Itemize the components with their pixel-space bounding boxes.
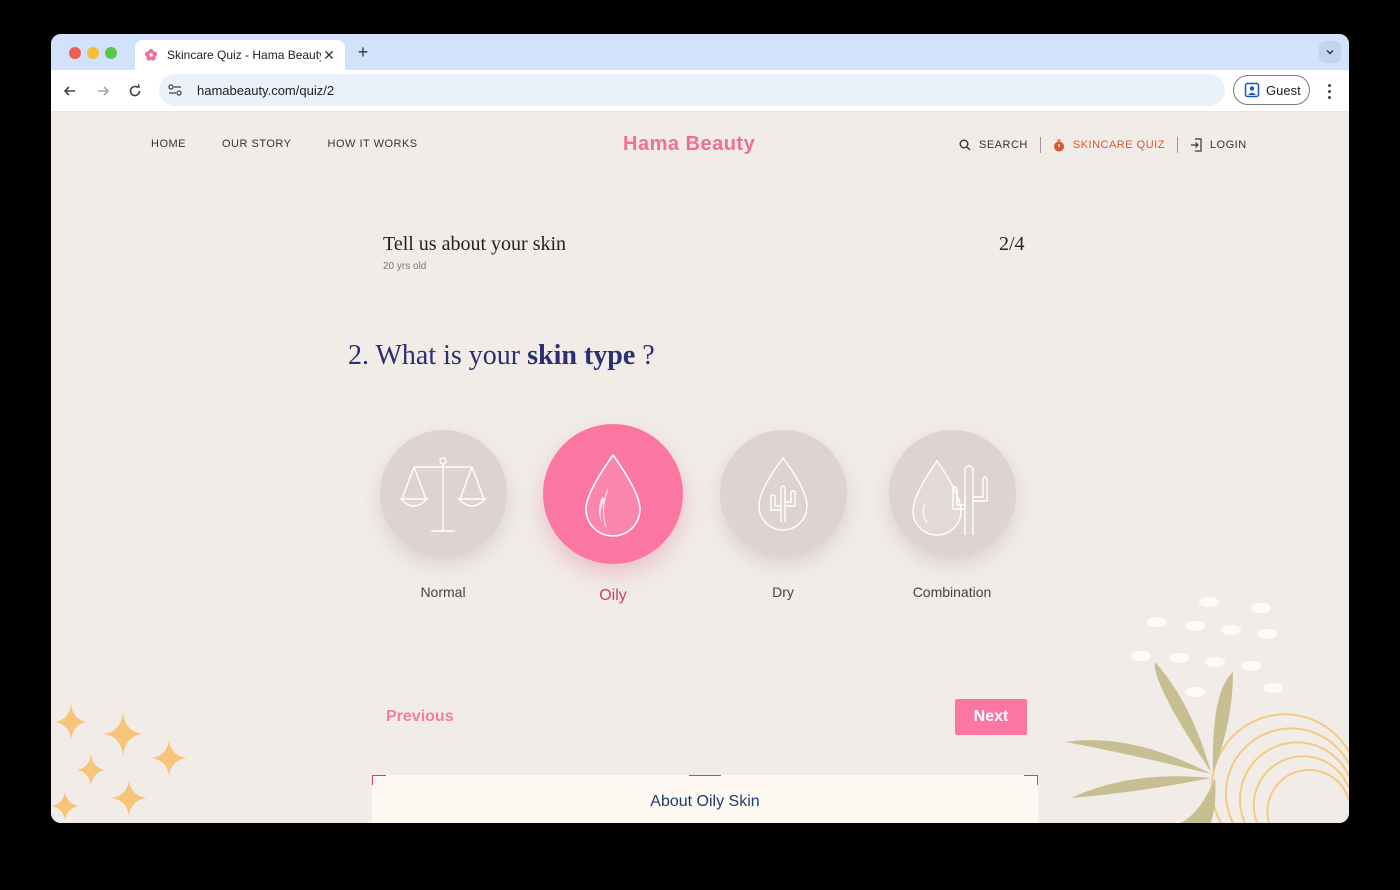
profile-label: Guest [1266, 82, 1301, 98]
nav-our-story-link[interactable]: OUR STORY [222, 138, 292, 150]
nav-how-it-works-link[interactable]: HOW IT WORKS [328, 138, 418, 150]
tab-close-icon[interactable]: ✕ [321, 47, 337, 64]
nav-home-link[interactable]: HOME [151, 138, 186, 150]
arrow-right-icon [98, 86, 110, 96]
minimize-window-button[interactable] [87, 47, 99, 59]
main-nav: HOME OUR STORY HOW IT WORKS [151, 138, 418, 150]
question-number: 2. [348, 340, 369, 371]
question-suffix: ? [642, 340, 655, 371]
about-card-title[interactable]: About Oily Skin [372, 793, 1038, 811]
card-center-mark [689, 775, 721, 776]
tab-search-button[interactable] [1319, 41, 1341, 63]
browser-tab[interactable]: Skincare Quiz - Hama Beauty ✕ [135, 40, 345, 70]
quiz-step-counter: 2/4 [999, 233, 1025, 255]
option-oily-circle[interactable] [543, 424, 683, 564]
flower-favicon-icon [143, 47, 159, 63]
nav-divider [1039, 137, 1041, 153]
search-icon [959, 139, 971, 151]
option-label: Oily [599, 587, 627, 604]
card-corner-mark [372, 775, 373, 785]
address-bar[interactable]: hamabeauty.com/quiz/2 [159, 74, 1225, 106]
browser-toolbar: hamabeauty.com/quiz/2 Guest [51, 70, 1349, 112]
utility-nav: SEARCH SKINCARE QUIZ LOGIN [959, 136, 1247, 154]
tab-strip: Skincare Quiz - Hama Beauty ✕ + [51, 34, 1349, 70]
login-link[interactable]: LOGIN [1190, 138, 1247, 152]
forward-button[interactable] [93, 81, 113, 101]
skincare-quiz-link[interactable]: SKINCARE QUIZ [1053, 139, 1165, 152]
option-combination[interactable]: Combination [888, 430, 1016, 600]
question-prefix: What is your [375, 340, 521, 371]
skincare-quiz-label: SKINCARE QUIZ [1072, 139, 1165, 151]
tab-title: Skincare Quiz - Hama Beauty [167, 48, 321, 62]
about-skin-card: About Oily Skin [372, 775, 1038, 823]
question-heading: 2. What is your skin type ? [348, 340, 655, 372]
option-dry[interactable]: Dry [719, 430, 847, 600]
url-text: hamabeauty.com/quiz/2 [197, 82, 335, 98]
card-corner-mark [372, 775, 386, 776]
next-button[interactable]: Next [955, 699, 1027, 735]
option-normal-circle[interactable] [379, 430, 507, 557]
site-settings-icon[interactable] [167, 82, 183, 98]
scale-icon [399, 456, 487, 532]
quiz-timer-icon [1053, 139, 1064, 151]
option-combination-circle[interactable] [888, 430, 1016, 557]
new-tab-button[interactable]: + [353, 42, 373, 63]
back-button[interactable] [60, 81, 80, 101]
page-content: HOME OUR STORY HOW IT WORKS Hama Beauty … [51, 112, 1349, 823]
drop-and-cactus-icon [912, 459, 988, 536]
option-oily[interactable]: Oily [543, 424, 683, 605]
question-emphasis: skin type [527, 340, 636, 371]
oil-drop-icon [585, 453, 641, 537]
login-label: LOGIN [1209, 139, 1247, 151]
card-corner-mark [1024, 775, 1038, 776]
sparkle-decoration-icon [51, 704, 187, 820]
quiz-section-subtitle: 20 yrs old [383, 261, 427, 272]
option-label: Normal [420, 584, 466, 600]
nav-divider [1176, 137, 1178, 153]
profile-icon [1244, 82, 1260, 98]
quiz-section-title: Tell us about your skin [383, 233, 567, 255]
option-normal[interactable]: Normal [379, 430, 507, 600]
option-label: Combination [912, 584, 992, 600]
close-window-button[interactable] [69, 47, 81, 59]
dry-drop-cactus-icon [758, 456, 808, 531]
option-label: Dry [772, 584, 794, 600]
search-link[interactable]: SEARCH [959, 139, 1028, 151]
previous-button[interactable]: Previous [386, 708, 454, 726]
chevron-down-icon [1326, 49, 1334, 55]
reload-icon [129, 84, 141, 97]
browser-menu-button[interactable] [1321, 81, 1337, 101]
leaf-decoration-icon [1065, 597, 1349, 823]
brand-logo[interactable]: Hama Beauty [623, 133, 755, 156]
arrow-left-icon [63, 86, 75, 96]
browser-window: Skincare Quiz - Hama Beauty ✕ + hamabeau… [51, 34, 1349, 823]
card-corner-mark [1037, 775, 1038, 785]
reload-button[interactable] [125, 81, 145, 101]
option-dry-circle[interactable] [719, 430, 847, 557]
search-label: SEARCH [979, 139, 1028, 151]
profile-button[interactable]: Guest [1233, 75, 1310, 105]
maximize-window-button[interactable] [105, 47, 117, 59]
login-icon [1190, 138, 1202, 152]
